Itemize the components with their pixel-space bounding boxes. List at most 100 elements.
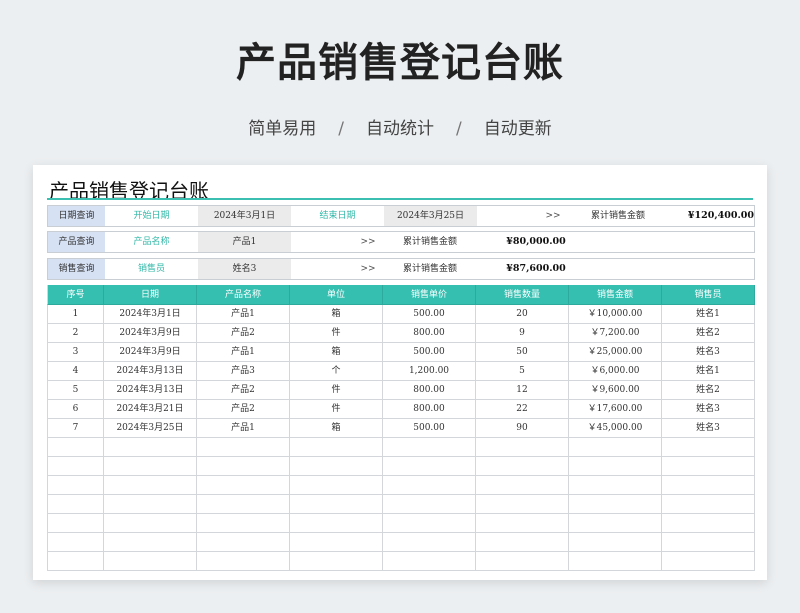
table-cell[interactable]: 姓名2 — [662, 381, 755, 400]
table-cell[interactable]: 件 — [290, 324, 383, 343]
table-cell[interactable]: 箱 — [290, 343, 383, 362]
table-cell[interactable]: 2024年3月1日 — [104, 305, 197, 324]
table-cell[interactable]: 个 — [290, 362, 383, 381]
table-cell[interactable]: 产品1 — [197, 305, 290, 324]
table-cell[interactable]: ￥45,000.00 — [569, 419, 662, 438]
table-cell[interactable] — [47, 514, 104, 533]
column-header[interactable]: 单位 — [290, 285, 383, 305]
table-cell[interactable]: 500.00 — [383, 419, 476, 438]
table-cell[interactable] — [569, 476, 662, 495]
table-cell[interactable] — [569, 457, 662, 476]
product-name-input[interactable]: 产品1 — [198, 232, 291, 252]
table-cell[interactable]: 产品2 — [197, 400, 290, 419]
table-cell[interactable] — [290, 495, 383, 514]
table-cell[interactable]: ￥17,600.00 — [569, 400, 662, 419]
table-cell[interactable]: 1,200.00 — [383, 362, 476, 381]
table-cell[interactable]: 3 — [47, 343, 104, 362]
table-cell[interactable]: 2024年3月13日 — [104, 381, 197, 400]
table-cell[interactable] — [569, 533, 662, 552]
table-cell[interactable] — [197, 438, 290, 457]
table-cell[interactable]: 500.00 — [383, 305, 476, 324]
table-cell[interactable] — [383, 552, 476, 571]
table-cell[interactable] — [290, 514, 383, 533]
table-cell[interactable]: 1 — [47, 305, 104, 324]
table-cell[interactable] — [662, 438, 755, 457]
table-cell[interactable]: 500.00 — [383, 343, 476, 362]
table-cell[interactable]: 产品1 — [197, 343, 290, 362]
table-cell[interactable]: 2 — [47, 324, 104, 343]
table-cell[interactable] — [383, 495, 476, 514]
table-cell[interactable] — [569, 552, 662, 571]
table-cell[interactable] — [290, 476, 383, 495]
table-cell[interactable]: ￥7,200.00 — [569, 324, 662, 343]
table-cell[interactable] — [290, 457, 383, 476]
table-cell[interactable]: ￥10,000.00 — [569, 305, 662, 324]
table-cell[interactable]: 姓名3 — [662, 419, 755, 438]
table-cell[interactable] — [662, 552, 755, 571]
table-cell[interactable]: 2024年3月21日 — [104, 400, 197, 419]
table-cell[interactable] — [104, 438, 197, 457]
table-cell[interactable] — [47, 438, 104, 457]
table-cell[interactable] — [47, 552, 104, 571]
table-cell[interactable] — [197, 533, 290, 552]
table-cell[interactable]: 800.00 — [383, 400, 476, 419]
column-header[interactable]: 产品名称 — [197, 285, 290, 305]
table-cell[interactable] — [197, 457, 290, 476]
table-cell[interactable] — [104, 552, 197, 571]
table-cell[interactable]: 件 — [290, 381, 383, 400]
table-cell[interactable]: 90 — [476, 419, 569, 438]
table-cell[interactable] — [569, 514, 662, 533]
table-cell[interactable] — [662, 457, 755, 476]
table-cell[interactable]: 2024年3月25日 — [104, 419, 197, 438]
seller-input[interactable]: 姓名3 — [198, 259, 291, 279]
table-cell[interactable] — [569, 495, 662, 514]
table-cell[interactable] — [290, 438, 383, 457]
table-cell[interactable]: 箱 — [290, 419, 383, 438]
column-header[interactable]: 销售员 — [662, 285, 755, 305]
table-cell[interactable] — [104, 495, 197, 514]
table-cell[interactable]: ￥6,000.00 — [569, 362, 662, 381]
table-cell[interactable]: 2024年3月9日 — [104, 343, 197, 362]
table-cell[interactable] — [476, 438, 569, 457]
table-cell[interactable] — [383, 438, 476, 457]
table-cell[interactable] — [476, 495, 569, 514]
table-cell[interactable]: 2024年3月9日 — [104, 324, 197, 343]
table-cell[interactable]: 7 — [47, 419, 104, 438]
table-cell[interactable]: 姓名1 — [662, 362, 755, 381]
table-cell[interactable]: 4 — [47, 362, 104, 381]
table-cell[interactable] — [476, 457, 569, 476]
table-cell[interactable]: 产品1 — [197, 419, 290, 438]
table-cell[interactable] — [47, 457, 104, 476]
table-cell[interactable]: 9 — [476, 324, 569, 343]
table-cell[interactable]: 姓名3 — [662, 400, 755, 419]
table-cell[interactable]: 产品2 — [197, 381, 290, 400]
table-cell[interactable] — [290, 552, 383, 571]
table-cell[interactable] — [197, 514, 290, 533]
table-cell[interactable] — [383, 457, 476, 476]
table-cell[interactable]: ￥25,000.00 — [569, 343, 662, 362]
column-header[interactable]: 序号 — [47, 285, 104, 305]
table-cell[interactable] — [197, 552, 290, 571]
table-cell[interactable] — [662, 514, 755, 533]
table-cell[interactable]: 5 — [47, 381, 104, 400]
table-cell[interactable]: 22 — [476, 400, 569, 419]
table-cell[interactable]: 12 — [476, 381, 569, 400]
table-cell[interactable] — [476, 476, 569, 495]
start-date-input[interactable]: 2024年3月1日 — [198, 206, 291, 226]
table-cell[interactable] — [104, 514, 197, 533]
table-cell[interactable]: 姓名1 — [662, 305, 755, 324]
table-cell[interactable] — [383, 476, 476, 495]
table-cell[interactable]: 姓名2 — [662, 324, 755, 343]
table-cell[interactable] — [662, 533, 755, 552]
table-cell[interactable] — [569, 438, 662, 457]
table-cell[interactable] — [662, 495, 755, 514]
table-cell[interactable]: 件 — [290, 400, 383, 419]
table-cell[interactable] — [197, 495, 290, 514]
table-cell[interactable] — [383, 514, 476, 533]
table-cell[interactable] — [47, 476, 104, 495]
table-cell[interactable]: 产品2 — [197, 324, 290, 343]
table-cell[interactable]: 2024年3月13日 — [104, 362, 197, 381]
column-header[interactable]: 销售金额 — [569, 285, 662, 305]
table-cell[interactable]: 姓名3 — [662, 343, 755, 362]
table-cell[interactable]: 800.00 — [383, 324, 476, 343]
